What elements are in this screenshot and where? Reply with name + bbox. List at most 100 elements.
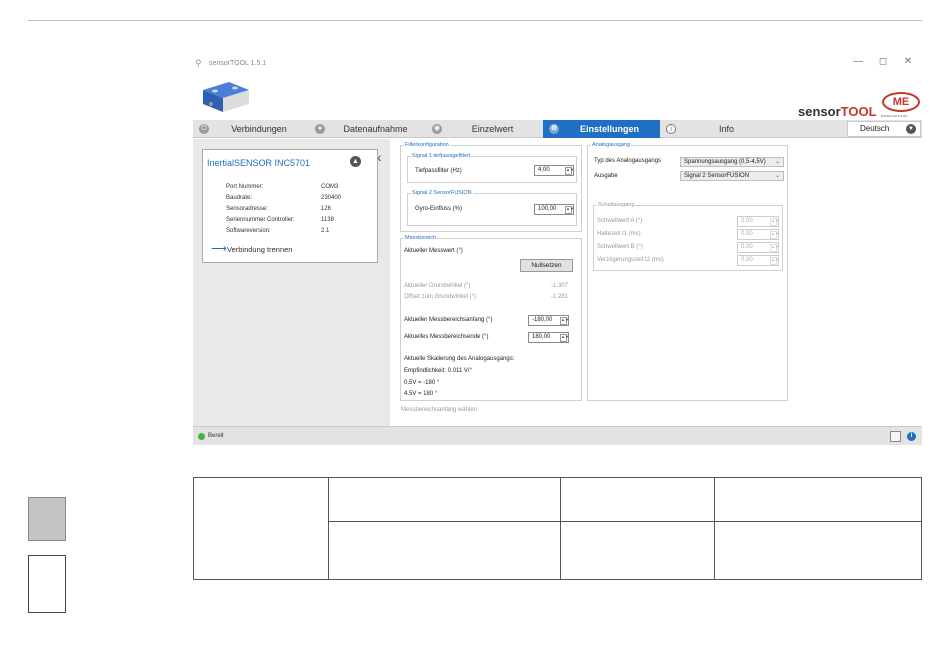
threshold-a-label: Schwellwert A (°) (597, 218, 643, 224)
analog-type-label: Typ des Analogausgangs (594, 158, 662, 164)
hold-time-label: Haltezeit t1 (ms) (597, 231, 641, 237)
table-divider (328, 521, 921, 522)
minimize-button[interactable]: — (851, 56, 865, 67)
arrow-right-icon: ⟶ (211, 243, 227, 255)
page-top-rule (28, 20, 922, 21)
micro-epsilon-logo: ME (882, 92, 920, 112)
range-legend: Messbereich (404, 235, 438, 241)
range-end-input[interactable]: 180,00 ▲▼ (528, 332, 569, 343)
threshold-b-label: Schwellwert B (°) (597, 244, 643, 250)
port-label: Port Nummer: (226, 184, 264, 190)
base-angle-label: Aktueller Grundwinkel (°) (404, 283, 471, 289)
spinner-arrows-icon[interactable]: ▲▼ (560, 334, 569, 342)
gyro-label: Gyro-Einfluss (%) (415, 206, 463, 212)
signal2-legend: Signal 2 SensorFUSION (411, 190, 473, 196)
spinner-arrows-icon[interactable]: ▲▼ (770, 231, 779, 239)
device-card: InertialSENSOR INC5701 ▲ Port Nummer: CO… (202, 149, 378, 263)
app-search-icon: ⚲ (195, 58, 202, 68)
tab-info[interactable]: i Info (660, 120, 777, 138)
brand-name: sensorTOOL (798, 104, 877, 119)
chevron-down-icon: ⌄ (774, 173, 780, 179)
spinner-arrows-icon[interactable]: ▲▼ (770, 218, 779, 226)
switch-group: Schaltausgang Schwellwert A (°) 0,00 ▲▼ … (593, 202, 783, 271)
spinner-arrows-icon[interactable]: ▲▼ (770, 244, 779, 252)
title-bar: ⚲ sensorTOOL 1.5.1 — ◻ ✕ (193, 52, 922, 76)
spinner-arrows-icon[interactable]: ▲▼ (560, 317, 569, 325)
zero-button[interactable]: Nullsetzen (520, 259, 573, 272)
range-group: Messbereich Aktueller Messwert (°) Nulls… (400, 235, 582, 401)
spinner-arrows-icon[interactable]: ▲▼ (565, 206, 574, 214)
baudrate-value: 230400 (321, 195, 342, 201)
margin-gray-box (28, 497, 66, 541)
status-bar: Bereit i (193, 426, 922, 445)
log-icon[interactable] (890, 431, 901, 442)
chevron-left-icon[interactable]: ‹ (377, 149, 382, 165)
software-label: Softwareversion: (226, 228, 271, 234)
logo-subtext: MICRO-EPSILON (881, 114, 908, 118)
port-value: COM3 (321, 184, 339, 190)
serial-value: 1138 (321, 217, 334, 223)
spinner-arrows-icon[interactable]: ▲▼ (770, 257, 779, 265)
app-window: ⚲ sensorTOOL 1.5.1 — ◻ ✕ sensorTOOL ME M… (193, 52, 922, 445)
tab-datenaufnahme[interactable]: ● Datenaufnahme (309, 120, 426, 138)
settings-icon: ⚙ (549, 124, 559, 134)
offset-value: -1.281 (551, 294, 569, 300)
scale-high-text: 4.5V = 180 ° (404, 391, 438, 397)
table-divider (714, 478, 715, 579)
filter-legend: Filterkonfiguration (404, 142, 450, 148)
tab-verbindungen[interactable]: ⏻ Verbindungen (193, 120, 309, 138)
filter-group: Filterkonfiguration Signal 1 tiefpassgef… (400, 142, 582, 232)
value-icon: ◉ (432, 124, 442, 134)
delay-time-label: Verzögerungszeit t2 (ms) (597, 257, 664, 263)
analog-group: Analogausgang Typ des Analogausgangs Spa… (587, 142, 788, 401)
tab-einzelwert[interactable]: ◉ Einzelwert (426, 120, 543, 138)
switch-legend: Schaltausgang (597, 202, 636, 208)
output-select[interactable]: Signal 2 SensorFUSION ⌄ (680, 171, 784, 181)
delay-time-input[interactable]: 0,00 ▲▼ (737, 255, 779, 266)
hint-text: Messbereichsanfang wählen (401, 407, 478, 413)
analog-type-select[interactable]: Spannungsausgang (0,5-4,5V) ⌄ (680, 157, 784, 167)
empty-table (193, 477, 922, 580)
range-end-label: Aktuelles Messbereichsende (°) (404, 334, 489, 340)
info-icon[interactable]: i (907, 432, 916, 441)
margin-white-box (28, 555, 66, 613)
chevron-down-icon: ▼ (906, 124, 916, 134)
analog-legend: Analogausgang (591, 142, 632, 148)
serial-label: Seriennummer Controller: (226, 217, 295, 223)
disconnect-link[interactable]: Verbindung trennen (227, 245, 292, 254)
current-value-label: Aktueller Messwert (°) (404, 248, 463, 254)
signal2-group: Signal 2 SensorFUSION Gyro-Einfluss (%) … (407, 190, 577, 226)
threshold-b-input[interactable]: 0,00 ▲▼ (737, 242, 779, 253)
status-text: Bereit (208, 433, 224, 439)
tab-einstellungen[interactable]: ⚙ Einstellungen (543, 120, 660, 138)
collapse-icon[interactable]: ▲ (350, 156, 361, 167)
spinner-arrows-icon[interactable]: ▲▼ (565, 167, 574, 175)
language-select[interactable]: Deutsch ▼ (847, 121, 921, 137)
sensitivity-text: Empfindlichkeit: 0.011 V/° (404, 368, 472, 374)
device-title: InertialSENSOR INC5701 (207, 158, 311, 168)
baudrate-label: Baudrate: (226, 195, 253, 201)
maximize-button[interactable]: ◻ (876, 56, 890, 67)
range-start-input[interactable]: -180,00 ▲▼ (528, 315, 569, 326)
offset-label: Offset zum Grundwinkel (°) (404, 294, 476, 300)
software-value: 2.1 (321, 228, 330, 234)
signal1-legend: Signal 1 tiefpassgefiltert (411, 153, 472, 159)
status-dot-icon (198, 433, 205, 440)
table-divider (560, 478, 561, 579)
lowpass-input[interactable]: 4,00 ▲▼ (534, 165, 574, 176)
scale-low-text: 0.5V = -180 ° (404, 380, 440, 386)
gyro-input[interactable]: 100,00 ▲▼ (534, 204, 574, 215)
base-angle-value: -1.307 (551, 283, 569, 289)
address-label: Sensoradresse: (226, 206, 269, 212)
hold-time-input[interactable]: 0,00 ▲▼ (737, 229, 779, 240)
info-icon: i (666, 124, 676, 134)
scale-title: Aktuelle Skalierung des Analogausgangs: (404, 356, 515, 362)
plug-icon: ⏻ (199, 124, 209, 134)
window-title: sensorTOOL 1.5.1 (209, 60, 267, 67)
threshold-a-input[interactable]: 0,00 ▲▼ (737, 216, 779, 227)
content-area: InertialSENSOR INC5701 ▲ Port Nummer: CO… (193, 139, 922, 426)
sensor-image (203, 82, 249, 112)
tab-bar: ⏻ Verbindungen ● Datenaufnahme ◉ Einzelw… (193, 120, 922, 138)
record-icon: ● (315, 124, 325, 134)
close-button[interactable]: ✕ (901, 56, 915, 67)
